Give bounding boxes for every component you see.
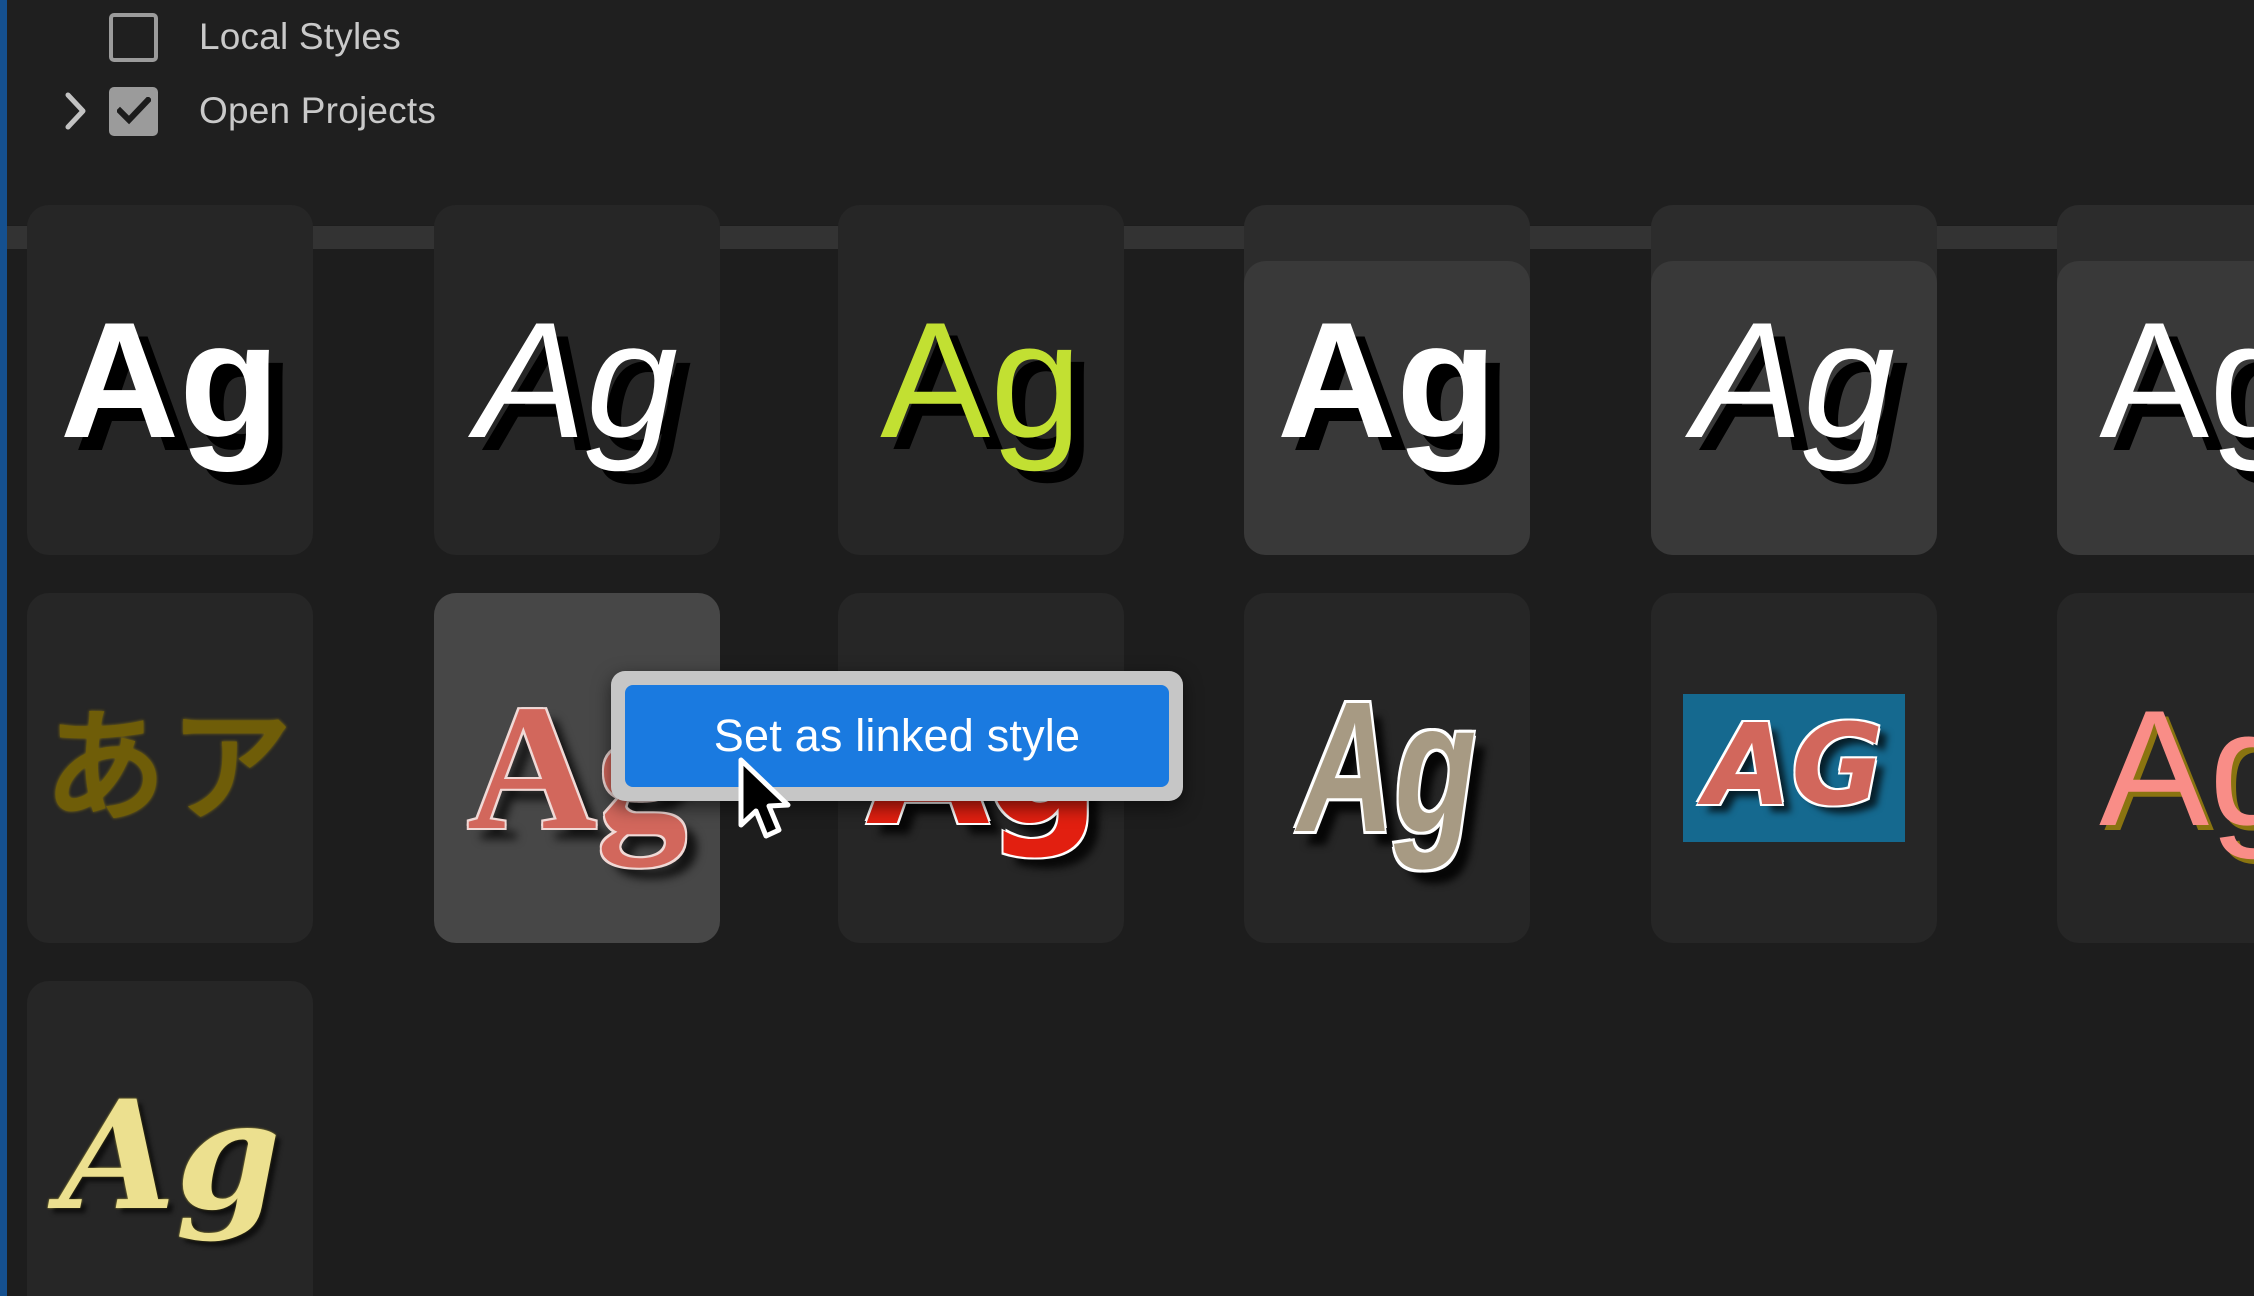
style-tile[interactable]: Ag xyxy=(27,981,313,1296)
style-tile[interactable]: AG xyxy=(1651,593,1937,943)
style-tile[interactable]: Ag xyxy=(1244,205,1530,555)
context-menu-item-set-as-linked-style[interactable]: Set as linked style xyxy=(625,685,1169,787)
style-tile[interactable]: Ag xyxy=(2057,593,2254,943)
style-sample-glyph: Ag xyxy=(1693,287,1895,472)
style-sample-glyph: AG xyxy=(1704,701,1884,831)
context-menu: Set as linked style xyxy=(611,671,1183,801)
style-sample-glyph-block: AG xyxy=(1682,694,1906,842)
style-tile[interactable]: Ag xyxy=(27,205,313,555)
style-tile[interactable]: Ag xyxy=(2057,205,2254,555)
style-tile[interactable]: Ag xyxy=(838,205,1124,555)
active-window-accent-border xyxy=(0,0,7,1296)
checkbox-local-styles[interactable] xyxy=(109,12,158,62)
style-sample-glyph: Ag xyxy=(59,1068,281,1244)
tree-item-label-open-projects: Open Projects xyxy=(199,90,437,131)
chevron-right-icon[interactable] xyxy=(43,91,109,131)
style-sample-glyph: Ag xyxy=(1297,664,1477,871)
style-tile[interactable]: Ag xyxy=(1651,205,1937,555)
style-sample-glyph: Ag xyxy=(1277,287,1497,472)
style-sample-glyph: あア xyxy=(44,697,296,839)
style-sample-glyph: Ag xyxy=(2099,287,2254,472)
style-sample-glyph: Ag xyxy=(880,287,1082,472)
style-tile[interactable]: Ag xyxy=(1244,593,1530,943)
tree-item-local-styles[interactable]: Local Styles xyxy=(43,0,401,74)
filter-tree-panel: Local Styles Open Projects xyxy=(7,0,2254,225)
style-tile[interactable]: Ag xyxy=(434,205,720,555)
checkbox-open-projects[interactable] xyxy=(109,86,158,136)
tree-item-open-projects[interactable]: Open Projects xyxy=(43,74,436,148)
style-browser-window: Local Styles Open Projects Ag Ag Ag Ag A… xyxy=(0,0,2254,1296)
style-sample-glyph: Ag xyxy=(476,287,678,472)
style-sample-glyph: Ag xyxy=(60,287,280,472)
tree-item-label-local-styles: Local Styles xyxy=(199,16,401,57)
style-tile[interactable]: あア xyxy=(27,593,313,943)
style-sample-glyph: Ag xyxy=(2099,675,2254,860)
